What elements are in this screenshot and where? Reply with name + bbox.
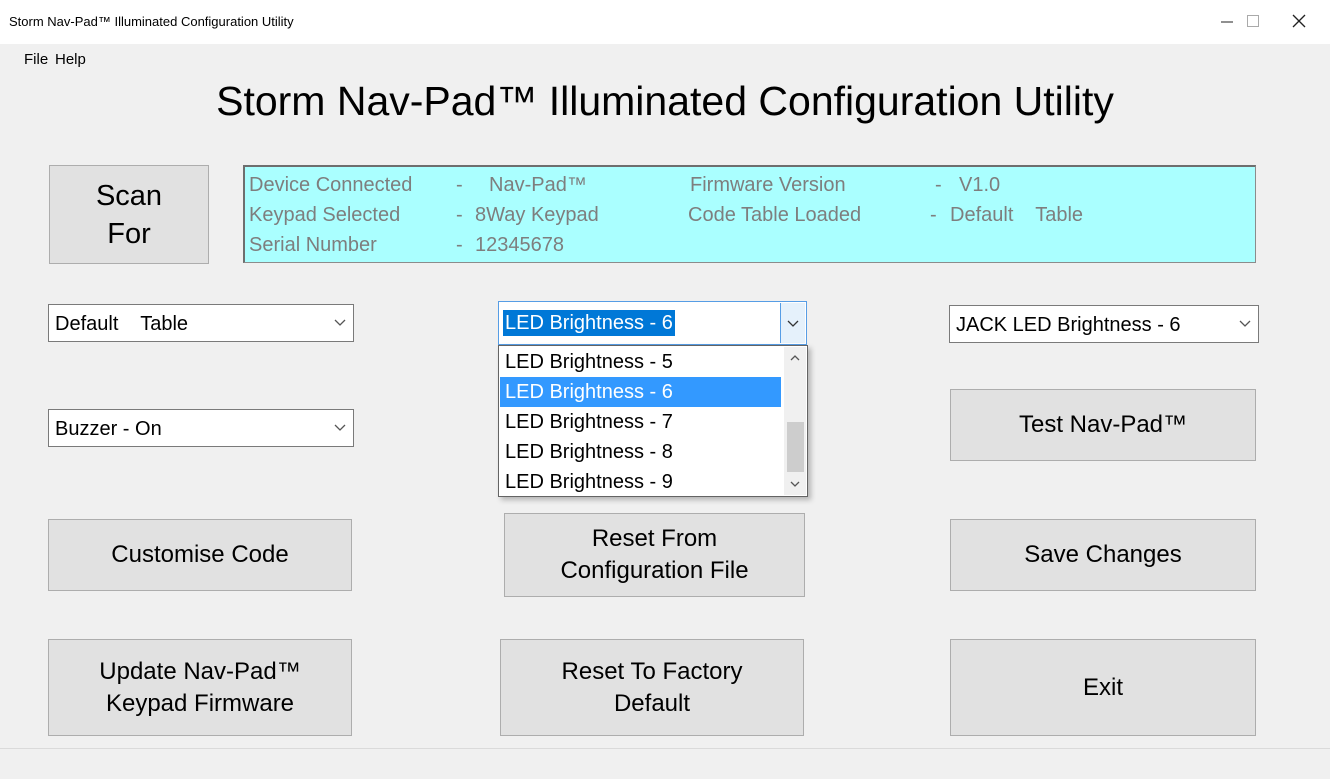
device-connected-label: Device Connected: [249, 174, 413, 196]
menu-bar: [0, 44, 1330, 74]
firmware-version-separator: -: [935, 174, 942, 196]
led-brightness-select[interactable]: LED Brightness - 6: [498, 301, 807, 345]
led-option-9[interactable]: LED Brightness - 9: [500, 467, 781, 497]
led-option-6[interactable]: LED Brightness - 6: [500, 377, 781, 407]
close-button[interactable]: [1276, 6, 1322, 36]
menu-file[interactable]: File: [24, 51, 48, 68]
test-nav-pad-button[interactable]: Test Nav-Pad™: [950, 389, 1256, 461]
reset-to-factory-default-button[interactable]: Reset To Factory Default: [500, 639, 804, 736]
led-option-8[interactable]: LED Brightness - 8: [500, 437, 781, 467]
customise-code-button[interactable]: Customise Code: [48, 519, 352, 591]
buzzer-select[interactable]: Buzzer - On: [48, 409, 354, 447]
code-table-select[interactable]: Default Table: [48, 304, 354, 342]
code-table-select-value: Default Table: [55, 313, 189, 335]
chevron-down-icon: [1239, 320, 1251, 327]
exit-button[interactable]: Exit: [950, 639, 1256, 736]
chevron-down-icon: [334, 319, 346, 326]
keypad-selected-value: 8Way Keypad: [475, 204, 599, 226]
scroll-up-icon[interactable]: [789, 352, 801, 364]
keypad-selected-label: Keypad Selected: [249, 204, 401, 226]
close-icon: [1292, 14, 1306, 28]
reset-from-configuration-file-button[interactable]: Reset From Configuration File: [504, 513, 805, 597]
firmware-version-label: Firmware Version: [690, 174, 846, 196]
app-heading: Storm Nav-Pad™ Illuminated Configuration…: [216, 78, 1114, 124]
keypad-selected-separator: -: [456, 204, 463, 226]
jack-led-brightness-select[interactable]: JACK LED Brightness - 6: [949, 305, 1259, 343]
firmware-version-value: V1.0: [959, 174, 1001, 196]
window-title: Storm Nav-Pad™ Illuminated Configuration…: [9, 14, 294, 29]
led-brightness-select-value: LED Brightness - 6: [503, 310, 675, 336]
led-list-scrollbar[interactable]: [784, 347, 806, 495]
save-changes-button[interactable]: Save Changes: [950, 519, 1256, 591]
led-option-5[interactable]: LED Brightness - 5: [500, 347, 781, 377]
code-table-value: Default Table: [950, 204, 1084, 226]
device-connected-value: Nav-Pad™: [489, 174, 587, 196]
code-table-label: Code Table Loaded: [688, 204, 862, 226]
serial-number-separator: -: [456, 234, 463, 256]
menu-help[interactable]: Help: [55, 51, 86, 68]
scan-for-button[interactable]: Scan For: [49, 165, 209, 264]
led-brightness-dropdown-list: LED Brightness - 5 LED Brightness - 6 LE…: [498, 345, 808, 497]
status-strip: [0, 748, 1330, 779]
jack-led-brightness-select-value: JACK LED Brightness - 6: [956, 314, 1181, 336]
serial-number-value: 12345678: [475, 234, 564, 256]
maximize-icon: [1247, 15, 1259, 27]
led-brightness-dropdown-button[interactable]: [780, 303, 805, 343]
update-firmware-button[interactable]: Update Nav-Pad™ Keypad Firmware: [48, 639, 352, 736]
buzzer-select-value: Buzzer - On: [55, 418, 162, 440]
scroll-down-icon[interactable]: [789, 478, 801, 490]
maximize-button[interactable]: [1230, 6, 1276, 36]
scroll-thumb[interactable]: [787, 422, 804, 472]
device-connected-separator: -: [456, 174, 463, 196]
led-option-7[interactable]: LED Brightness - 7: [500, 407, 781, 437]
serial-number-label: Serial Number: [249, 234, 377, 256]
chevron-down-icon: [334, 424, 346, 431]
chevron-down-icon: [787, 320, 799, 327]
code-table-separator: -: [930, 204, 937, 226]
